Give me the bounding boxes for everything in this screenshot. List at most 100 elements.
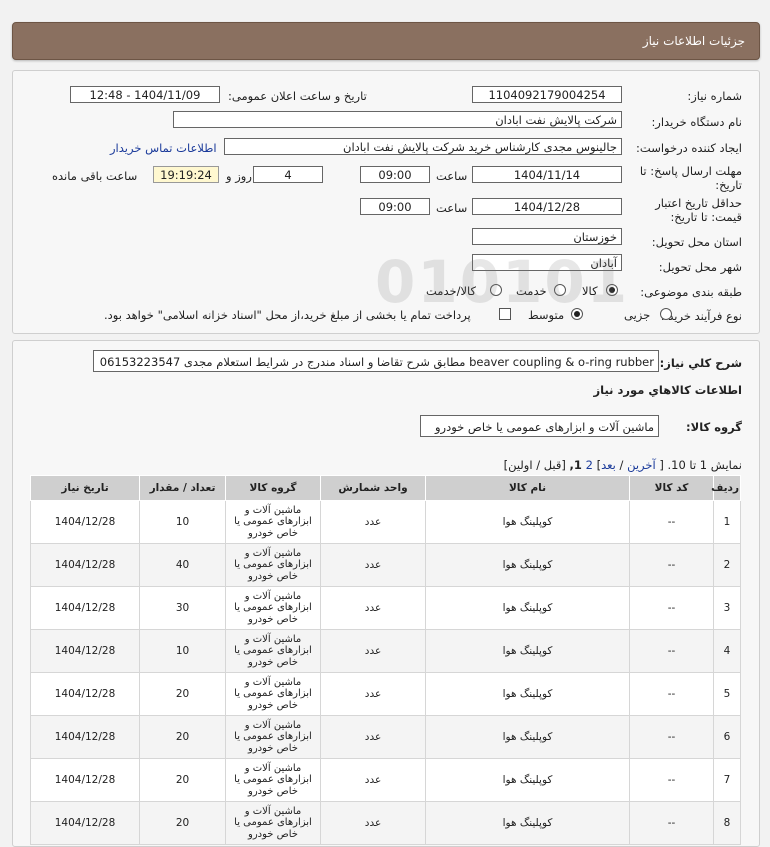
code-cell: -- <box>629 801 714 845</box>
unit-cell: عدد <box>320 543 426 587</box>
quantity-cell: 40 <box>139 543 226 587</box>
date-cell: 1404/12/28 <box>30 543 140 587</box>
table-row[interactable]: 4 -- کوپلینگ هوا عدد ماشین آلات و ابزارهای ع… <box>30 629 741 673</box>
date-cell: 1404/12/28 <box>30 758 140 802</box>
group-cell: ماشین آلات و ابزارهای عمومی یا خاص خودرو <box>225 500 321 544</box>
column-header-row-number[interactable]: ردیف <box>711 475 741 501</box>
row-number-cell: 4 <box>713 629 741 673</box>
date-cell: 1404/12/28 <box>30 586 140 630</box>
name-cell: کوپلینگ هوا <box>425 758 630 802</box>
code-cell: -- <box>629 758 714 802</box>
process-medium-radio[interactable] <box>571 308 583 320</box>
category-label: طبقه بندی موضوعی: <box>640 285 742 299</box>
table-row[interactable]: 8 -- کوپلینگ هوا عدد ماشین آلات و ابزارهای ع… <box>30 801 741 845</box>
name-cell: کوپلینگ هوا <box>425 801 630 845</box>
treasury-payment-checkbox[interactable] <box>499 308 511 320</box>
creator-field: جالینوس مجدی کارشناس خرید شرکت پالایش نف… <box>224 138 622 155</box>
date-cell: 1404/12/28 <box>30 629 140 673</box>
city-label: شهر محل تحویل: <box>658 260 742 274</box>
validity-time-label: ساعت <box>436 201 468 215</box>
category-goods-service-label: کالا/خدمت <box>426 284 477 298</box>
category-goods-radio[interactable] <box>606 284 618 296</box>
name-cell: کوپلینگ هوا <box>425 543 630 587</box>
column-header-name[interactable]: نام کالا <box>425 475 630 501</box>
buyer-field: شرکت پالایش نفت ابادان <box>173 111 622 128</box>
days-field: 4 <box>253 166 323 183</box>
validity-time-field: 09:00 <box>360 198 430 215</box>
group-cell: ماشین آلات و ابزارهای عمومی یا خاص خودرو <box>225 543 321 587</box>
date-cell: 1404/12/28 <box>30 801 140 845</box>
code-cell: -- <box>629 500 714 544</box>
code-cell: -- <box>629 715 714 759</box>
quantity-cell: 20 <box>139 672 226 716</box>
date-cell: 1404/12/28 <box>30 715 140 759</box>
process-minor-label: جزیی <box>624 308 651 322</box>
row-number-cell: 7 <box>713 758 741 802</box>
announce-datetime-field: 1404/11/09 - 12:48 <box>70 86 220 103</box>
table-row[interactable]: 1 -- کوپلینگ هوا عدد ماشین آلات و ابزارهای ع… <box>30 500 741 544</box>
creator-label: ایجاد کننده درخواست: <box>636 141 742 155</box>
deadline-label: مهلت ارسال پاسخ: تا <box>639 164 742 178</box>
row-number-cell: 8 <box>713 801 741 845</box>
unit-cell: عدد <box>320 500 426 544</box>
deadline-time-field: 09:00 <box>360 166 430 183</box>
need-number-label: شماره نیاز: <box>687 89 742 103</box>
column-header-code[interactable]: کد کالا <box>629 475 714 501</box>
category-service-label: خدمت <box>516 284 547 298</box>
page-header: جزئیات اطلاعات نیاز <box>12 22 760 60</box>
deadline-date-field: 1404/11/14 <box>472 166 622 183</box>
pagination-range: نمایش 1 تا 10. <box>667 458 742 472</box>
table-row[interactable]: 7 -- کوپلینگ هوا عدد ماشین آلات و ابزارهای ع… <box>30 758 741 802</box>
goods-table: ردیف کد کالا نام کالا واحد شمارش گروه کا… <box>30 475 741 845</box>
name-cell: کوپلینگ هوا <box>425 586 630 630</box>
name-cell: کوپلینگ هوا <box>425 629 630 673</box>
quantity-cell: 20 <box>139 758 226 802</box>
need-summary-field: beaver coupling & o-ring rubber مطابق شر… <box>93 350 659 372</box>
pagination-last-link[interactable]: آخرین <box>627 458 656 472</box>
group-cell: ماشین آلات و ابزارهای عمومی یا خاص خودرو <box>225 801 321 845</box>
unit-cell: عدد <box>320 758 426 802</box>
group-cell: ماشین آلات و ابزارهای عمومی یا خاص خودرو <box>225 715 321 759</box>
table-row[interactable]: 3 -- کوپلینگ هوا عدد ماشین آلات و ابزارهای ع… <box>30 586 741 630</box>
table-header-row: ردیف کد کالا نام کالا واحد شمارش گروه کا… <box>30 475 741 501</box>
column-header-quantity[interactable]: تعداد / مقدار <box>139 475 226 501</box>
group-cell: ماشین آلات و ابزارهای عمومی یا خاص خودرو <box>225 629 321 673</box>
buyer-label: نام دستگاه خریدار: <box>651 115 742 129</box>
validity-label-2: قیمت: تا تاریخ: <box>670 210 742 224</box>
days-label: روز و <box>226 169 252 183</box>
pagination-page-2-link[interactable]: 2 <box>586 458 593 472</box>
table-row[interactable]: 5 -- کوپلینگ هوا عدد ماشین آلات و ابزارهای ع… <box>30 672 741 716</box>
column-header-unit[interactable]: واحد شمارش <box>320 475 426 501</box>
quantity-cell: 20 <box>139 801 226 845</box>
quantity-cell: 10 <box>139 500 226 544</box>
table-row[interactable]: 2 -- کوپلینگ هوا عدد ماشین آلات و ابزارهای ع… <box>30 543 741 587</box>
announce-label: تاریخ و ساعت اعلان عمومی: <box>228 89 367 103</box>
province-field: خوزستان <box>472 228 622 245</box>
unit-cell: عدد <box>320 715 426 759</box>
remaining-time-field: 19:19:24 <box>153 166 219 183</box>
unit-cell: عدد <box>320 801 426 845</box>
row-number-cell: 2 <box>713 543 741 587</box>
column-header-group[interactable]: گروه کالا <box>225 475 321 501</box>
quantity-cell: 30 <box>139 586 226 630</box>
code-cell: -- <box>629 543 714 587</box>
city-field: آبادان <box>472 254 622 271</box>
name-cell: کوپلینگ هوا <box>425 672 630 716</box>
buyer-contact-link[interactable]: اطلاعات تماس خریدار <box>110 141 217 155</box>
table-row[interactable]: 6 -- کوپلینگ هوا عدد ماشین آلات و ابزارهای ع… <box>30 715 741 759</box>
treasury-payment-text: پرداخت تمام یا بخشی از مبلغ خرید،از محل … <box>104 308 471 322</box>
column-header-date[interactable]: تاریخ نیاز <box>30 475 140 501</box>
row-number-cell: 3 <box>713 586 741 630</box>
page-title: جزئیات اطلاعات نیاز <box>642 34 745 48</box>
name-cell: کوپلینگ هوا <box>425 715 630 759</box>
category-goods-service-radio[interactable] <box>490 284 502 296</box>
goods-info-title: اطلاعات کالاهاي مورد نياز <box>593 383 742 397</box>
goods-group-label: گروه کالا: <box>686 420 742 434</box>
process-label: نوع فرآیند خرید : <box>660 309 742 323</box>
pagination-prev-first: [قبل / اولین] <box>503 458 566 472</box>
category-service-radio[interactable] <box>554 284 566 296</box>
unit-cell: عدد <box>320 629 426 673</box>
pagination-next-link[interactable]: بعد <box>601 458 616 472</box>
province-label: استان محل تحویل: <box>651 235 742 249</box>
process-minor-radio[interactable] <box>660 308 672 320</box>
